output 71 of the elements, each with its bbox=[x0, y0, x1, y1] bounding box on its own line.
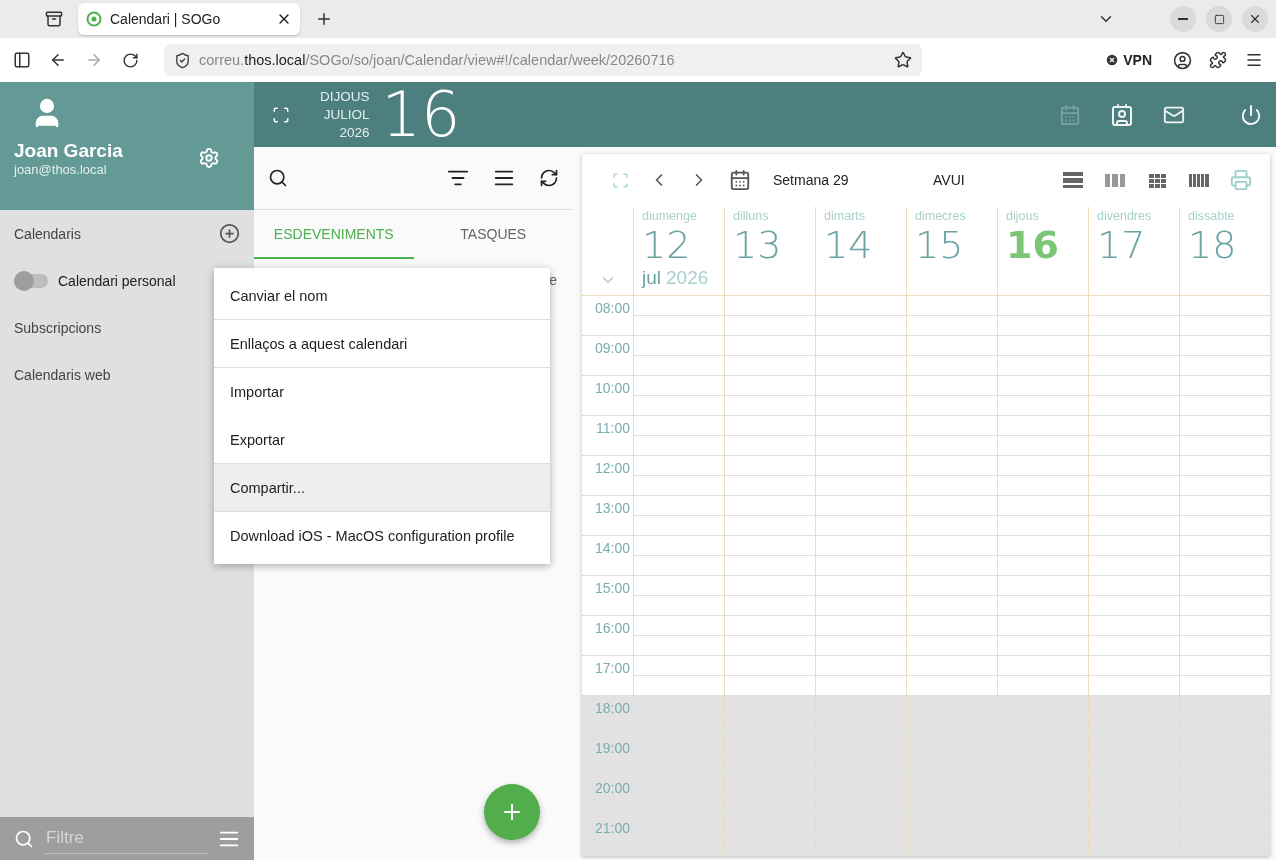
hour-label: 14:00 bbox=[593, 540, 631, 558]
star-icon[interactable] bbox=[894, 51, 912, 69]
hour-label: 17:00 bbox=[593, 660, 631, 678]
list-text: e bbox=[549, 272, 557, 288]
refresh-icon[interactable] bbox=[539, 168, 559, 188]
day-name: dilluns bbox=[733, 208, 770, 223]
add-button[interactable] bbox=[484, 784, 540, 840]
month-label: jul bbox=[642, 266, 661, 289]
tab[interactable]: TASQUES bbox=[413, 210, 573, 259]
filter-field[interactable]: Filtre bbox=[44, 823, 208, 854]
menu-item[interactable]: Importar bbox=[214, 368, 550, 416]
search-icon[interactable] bbox=[268, 168, 288, 188]
day-name: dimecres bbox=[915, 208, 967, 223]
year: 2026 bbox=[339, 123, 370, 142]
hour-label: 21:00 bbox=[593, 820, 631, 838]
section-title: Calendaris bbox=[14, 225, 81, 242]
menu-item[interactable]: Compartir... bbox=[214, 464, 550, 512]
calendar-icon[interactable] bbox=[729, 169, 751, 192]
address-bar[interactable]: correu.thos.local/SOGo/so/joan/Calendar/view#!/calendar/week/20260716 bbox=[164, 44, 922, 76]
settings-icon[interactable] bbox=[198, 147, 220, 169]
minimize-button[interactable] bbox=[1170, 6, 1196, 32]
calendar-name[interactable]: Calendari personal bbox=[58, 272, 176, 289]
menu-item[interactable]: Canviar el nom bbox=[214, 272, 550, 320]
vpn-button[interactable]: VPN bbox=[1105, 52, 1152, 68]
minimize-icon bbox=[1178, 18, 1188, 20]
week-label: Setmana 29 bbox=[773, 172, 850, 189]
maximize-icon bbox=[1213, 13, 1225, 25]
power-icon[interactable] bbox=[1240, 103, 1262, 126]
hour-label: 19:00 bbox=[593, 740, 631, 758]
close-icon bbox=[1248, 12, 1262, 26]
filter-box[interactable]: Filtre bbox=[0, 817, 254, 860]
menu-item[interactable]: Exportar bbox=[214, 416, 550, 464]
year-label: 2026 bbox=[666, 266, 709, 289]
day-name: divendres bbox=[1097, 208, 1153, 223]
hour-label: 16:00 bbox=[593, 620, 631, 638]
month: JULIOL bbox=[323, 105, 370, 124]
today-button[interactable]: AVUI bbox=[933, 172, 965, 189]
browser-tab[interactable]: Calendari | SOGo bbox=[78, 3, 300, 35]
section-title[interactable]: Subscripcions bbox=[14, 319, 102, 336]
day-name: dimarts bbox=[824, 208, 866, 223]
user-email: joan@thos.local bbox=[14, 162, 108, 177]
hour-label: 15:00 bbox=[593, 580, 631, 598]
hour-label: 18:00 bbox=[593, 700, 631, 718]
close-button[interactable] bbox=[1242, 6, 1268, 32]
multi-column-view-icon[interactable] bbox=[1188, 171, 1210, 190]
menu-item[interactable]: Download iOS - MacOS configuration profile bbox=[214, 512, 550, 560]
hour-label: 11:00 bbox=[595, 420, 631, 438]
day-number: 16 bbox=[381, 83, 461, 146]
hour-label: 12:00 bbox=[593, 460, 631, 478]
toggle-switch[interactable] bbox=[14, 273, 48, 288]
menu-item[interactable]: Enllaços a aquest calendari bbox=[214, 320, 550, 368]
day-view-icon[interactable] bbox=[1062, 171, 1084, 190]
fullscreen-icon[interactable] bbox=[272, 105, 290, 124]
hour-label: 08:00 bbox=[593, 300, 631, 318]
user-name: Joan Garcia bbox=[14, 140, 123, 162]
hour-label: 10:00 bbox=[593, 380, 631, 398]
maximize-button[interactable] bbox=[1206, 6, 1232, 32]
day-name: dissabte bbox=[1188, 208, 1236, 223]
hour-label: 13:00 bbox=[593, 500, 631, 518]
week-view-icon[interactable] bbox=[1104, 171, 1126, 190]
month-view-icon[interactable] bbox=[1146, 171, 1168, 190]
day-name: dijous bbox=[1006, 208, 1040, 223]
shield-icon bbox=[174, 51, 191, 69]
hour-label: 09:00 bbox=[593, 340, 631, 358]
hour-label: 20:00 bbox=[593, 780, 631, 798]
day-name: diumenge bbox=[642, 208, 698, 223]
weekday: DIJOUS bbox=[320, 87, 370, 106]
site-icon bbox=[86, 11, 102, 27]
section-title[interactable]: Calendaris web bbox=[14, 366, 111, 383]
add-icon[interactable] bbox=[219, 223, 240, 244]
close-circle-icon bbox=[1105, 53, 1120, 67]
